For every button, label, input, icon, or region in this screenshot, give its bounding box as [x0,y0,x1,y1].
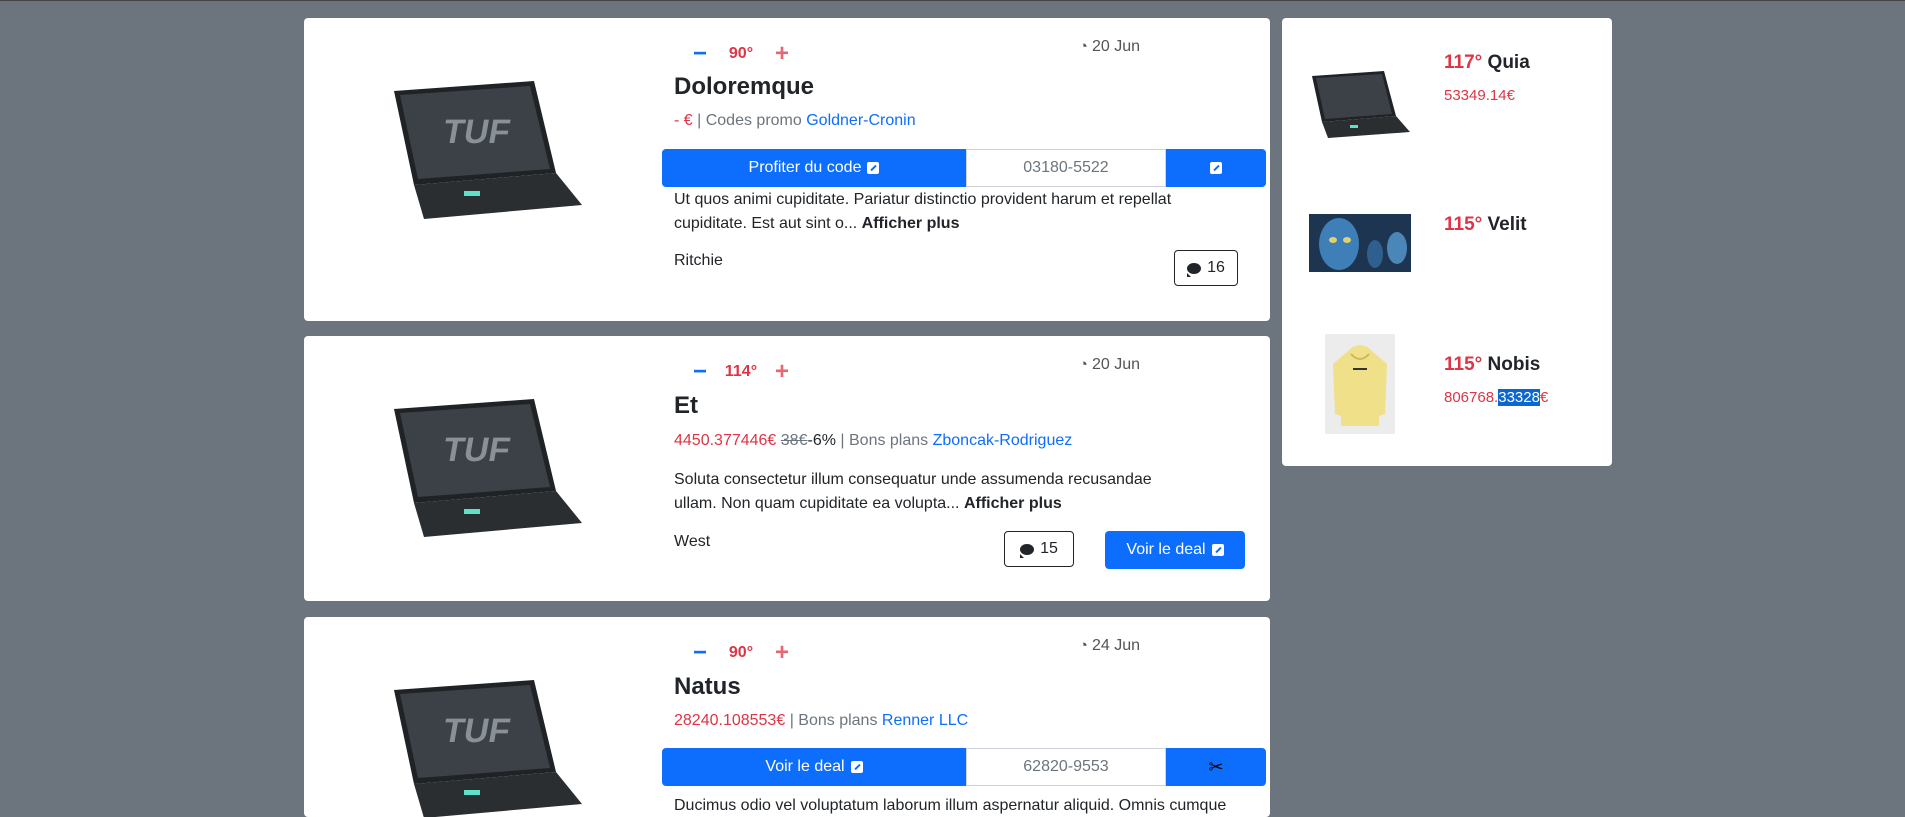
price-part: 806768. [1444,389,1499,406]
copy-code-button[interactable]: ✂ [1166,748,1266,786]
deal-date: ◔ 24 Jun [1079,637,1140,655]
sidebar-title-text: Quia [1487,52,1530,73]
show-more-link[interactable]: Afficher plus [862,215,960,232]
deal-card: TUF − 90° + ◔ 20 Jun Doloremque - € | Cod… [304,18,1270,321]
deal-title[interactable]: Et [674,392,698,420]
deal-temperature: 114° [724,363,758,380]
promo-code[interactable]: 03180-5522 [966,149,1166,187]
external-link-icon [867,162,880,174]
deal-date-text: 20 Jun [1091,38,1140,55]
sidebar-deal[interactable]: 115° Velit [1282,178,1612,298]
shop-link[interactable]: Goldner-Cronin [806,112,915,129]
deal-date: ◔ 20 Jun [1079,356,1140,374]
deal-date-text: 20 Jun [1091,356,1140,373]
sidebar-price: 806768.33328€ [1444,389,1548,406]
view-deal-label: Voir le deal [765,758,845,775]
sidebar-deal[interactable]: 117° Quia 53349.14€ [1282,18,1612,158]
sidebar-temperature: 115° [1444,214,1483,235]
sidebar-deal[interactable]: 115° Nobis 806768.33328€ [1282,318,1612,458]
deal-temperature: 90° [728,644,754,661]
laptop-image: TUF [394,680,582,817]
promo-code[interactable]: 62820-9553 [966,748,1166,786]
flame-icon: ◔ [1078,38,1088,55]
show-more-link[interactable]: Afficher plus [964,495,1062,512]
deal-title[interactable]: Doloremque [674,73,814,101]
vote-up-button[interactable]: + [766,40,798,68]
comment-icon [1020,543,1035,558]
comment-icon [1187,262,1202,277]
price-currency: € [1539,389,1549,406]
deal-price: 4450.377446€ [674,432,777,449]
view-deal-button[interactable]: Voir le deal [1105,531,1245,569]
scissors-icon: ✂ [1208,756,1224,777]
promo-code-bar: Voir le deal 62820-9553 ✂ [662,748,1266,786]
svg-text:TUF: TUF [440,113,513,151]
window-edge [0,0,1905,1]
vote-down-button[interactable]: − [684,358,716,386]
vote-control: − 114° + [684,358,798,386]
deal-date: ◔ 20 Jun [1079,38,1140,56]
comments-button[interactable]: 16 [1174,250,1238,286]
hoodie-thumbnail [1325,334,1395,434]
deal-meta: - € | Codes promo Goldner-Cronin [674,112,916,130]
laptop-thumbnail [1312,71,1410,138]
comments-count: 15 [1040,540,1058,557]
sidebar-title-text: Velit [1487,214,1527,235]
hot-deals-sidebar: 117° Quia 53349.14€ 115° Velit 115° Nobi… [1282,18,1612,466]
sidebar-deal-title: 117° Quia [1444,52,1530,74]
vote-down-button[interactable]: − [684,639,716,667]
view-deal-label: Voir le deal [1126,541,1206,558]
external-link-icon [1211,544,1224,556]
vote-up-button[interactable]: + [766,639,798,667]
external-link-icon [1210,162,1222,174]
svg-text:TUF: TUF [440,712,513,750]
deal-category: | Bons plans [789,712,878,729]
deal-meta: 28240.108553€ | Bons plans Renner LLC [674,712,968,730]
vote-control: − 90° + [684,40,798,68]
old-price: 38€ [780,432,808,449]
external-link-icon [850,761,863,773]
deal-title[interactable]: Natus [674,673,741,701]
laptop-image: TUF [394,399,582,537]
deal-category: | Bons plans [840,432,929,449]
deal-category: | Codes promo [697,112,802,129]
comments-button[interactable]: 15 [1004,531,1074,567]
vote-control: − 90° + [684,639,798,667]
flame-icon: ◔ [1078,356,1088,373]
open-link-button[interactable] [1166,149,1266,187]
promo-code-bar: Profiter du code 03180-5522 [662,149,1266,187]
use-code-label: Profiter du code [748,159,862,176]
deal-author[interactable]: West [674,533,710,551]
deal-description: Ut quos animi cupiditate. Pariatur disti… [674,188,1194,236]
deal-card: TUF − 114° + ◔ 20 Jun Et 4450.377446€ 38€… [304,336,1270,601]
vote-up-button[interactable]: + [766,358,798,386]
sidebar-price: 53349.14€ [1444,87,1515,104]
vote-down-button[interactable]: − [684,40,716,68]
selected-text: 33328 [1498,389,1540,406]
use-code-button[interactable]: Profiter du code [662,149,966,187]
deal-meta: 4450.377446€ 38€-6% | Bons plans Zboncak… [674,432,1072,450]
discount: -6% [807,432,836,449]
deal-date-text: 24 Jun [1091,637,1140,654]
sidebar-temperature: 117° [1444,52,1483,73]
svg-text:TUF: TUF [440,431,513,469]
deal-card: TUF − 90° + ◔ 24 Jun Natus 28240.108553€ … [304,617,1270,817]
sidebar-title-text: Nobis [1487,354,1541,375]
deal-temperature: 90° [728,45,754,62]
flame-icon: ◔ [1078,637,1088,654]
sidebar-deal-title: 115° Nobis [1444,354,1540,376]
sidebar-temperature: 115° [1444,354,1483,375]
deal-author[interactable]: Ritchie [674,252,723,270]
deal-price: - € [674,112,693,129]
deal-price: 28240.108553€ [674,712,786,729]
movie-thumbnail [1309,214,1411,272]
view-deal-button[interactable]: Voir le deal [662,748,966,786]
laptop-image: TUF [394,81,582,219]
shop-link[interactable]: Zboncak-Rodriguez [933,432,1073,449]
deal-description: Soluta consectetur illum consequatur und… [674,468,1194,516]
comments-count: 16 [1207,259,1225,276]
shop-link[interactable]: Renner LLC [882,712,968,729]
sidebar-deal-title: 115° Velit [1444,214,1527,236]
description-text: Soluta consectetur illum consequatur und… [674,471,1152,512]
